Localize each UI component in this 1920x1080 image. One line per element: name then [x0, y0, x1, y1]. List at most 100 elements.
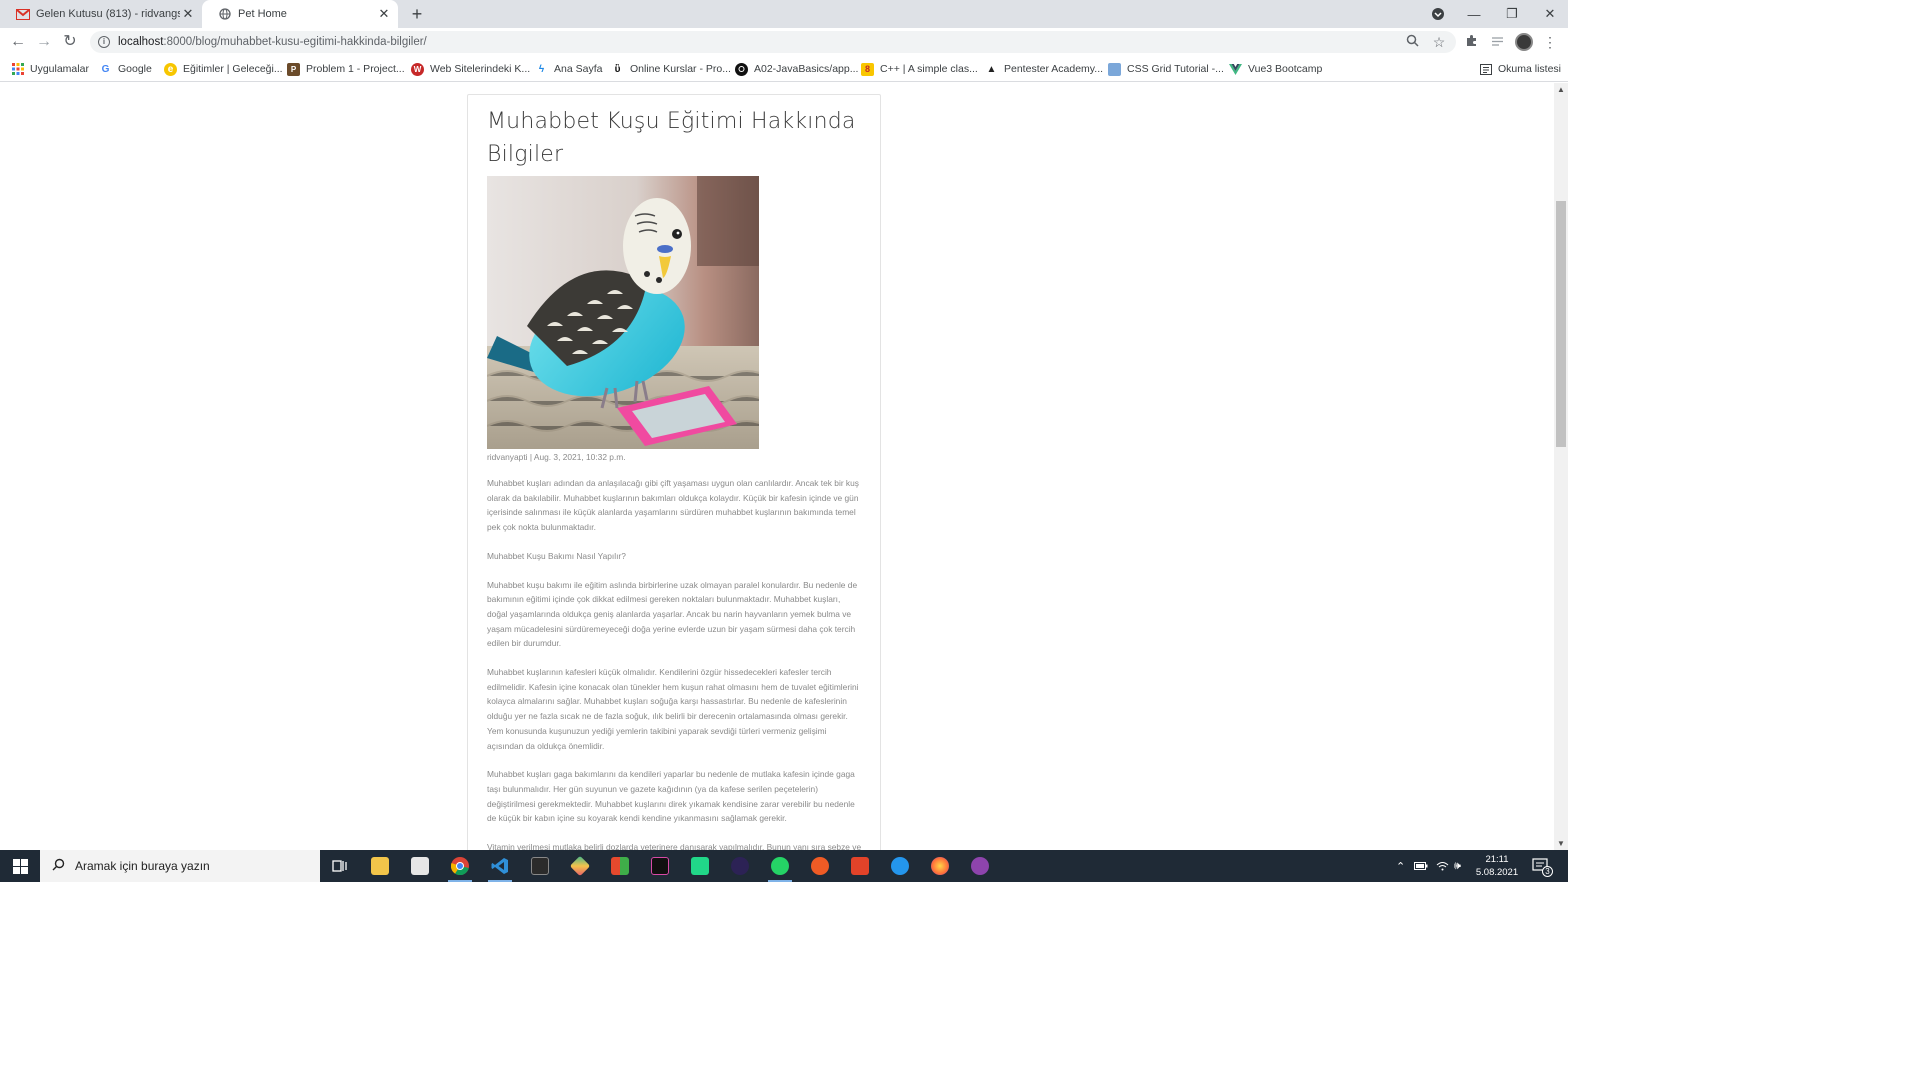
file-explorer-icon	[371, 857, 389, 875]
post-paragraph: Vitamin verilmesi mutlaka belirli dozlar…	[487, 842, 862, 850]
page-scrollbar[interactable]: ▲ ▼	[1554, 83, 1568, 850]
tab-strip: Gelen Kutusu (813) - ridvangs77 ✕ Pet Ho…	[0, 0, 1568, 28]
bookmark-css-grid[interactable]: CSS Grid Tutorial -...	[1108, 61, 1224, 77]
bookmark-icon: W	[411, 62, 424, 76]
taskbar-app-pycharm[interactable]	[686, 854, 714, 878]
taskbar-app-chrome[interactable]	[446, 854, 474, 882]
app-multicolor-icon	[611, 857, 629, 875]
bookmark-online-kurslar[interactable]: ὓ Online Kurslar - Pro...	[611, 61, 731, 77]
windows-logo-icon	[12, 858, 28, 874]
bookmark-label: Vue3 Bootcamp	[1248, 63, 1323, 75]
taskbar-app-whatsapp[interactable]	[766, 854, 794, 882]
taskbar-app-multicolor[interactable]	[606, 854, 634, 878]
page-viewport[interactable]: Muhabbet Kuşu Eğitimi Hakkında Bilgiler	[0, 83, 1554, 850]
vue-icon	[1229, 63, 1242, 76]
post-paragraph: Muhabbet kuşları gaga bakımlarını da ken…	[487, 769, 855, 824]
bookmark-icon: e	[164, 62, 177, 76]
bookmark-label: Web Sitelerindeki K...	[430, 63, 531, 75]
bookmark-egitimler[interactable]: e Eğitimler | Geleceği...	[164, 61, 283, 77]
git-kraken-icon	[569, 855, 591, 877]
bookmark-web-sitelerindeki[interactable]: W Web Sitelerindeki K...	[411, 61, 530, 77]
scrollbar-thumb[interactable]	[1556, 201, 1566, 447]
reading-list-button[interactable]: Okuma listesi	[1479, 61, 1561, 77]
git-gui-icon	[851, 857, 869, 875]
address-bar[interactable]: i localhost:8000/blog/muhabbet-kusu-egit…	[90, 31, 1456, 53]
taskbar-app-git-gui[interactable]	[846, 854, 874, 878]
reading-list-label: Okuma listesi	[1498, 63, 1562, 75]
reload-icon[interactable]: ↻	[60, 32, 80, 52]
bookmark-icon	[1108, 62, 1121, 76]
taskbar-app-vscode[interactable]	[486, 854, 514, 882]
whatsapp-icon	[771, 857, 789, 875]
scroll-up-icon[interactable]: ▲	[1557, 85, 1565, 94]
vscode-icon	[491, 858, 508, 874]
taskbar-app-terminal[interactable]	[526, 854, 554, 878]
new-tab-button[interactable]: +	[406, 3, 428, 25]
wifi-icon[interactable]	[1436, 850, 1449, 882]
bookmark-star-icon[interactable]: ☆	[1429, 32, 1449, 52]
taskbar-app-postman[interactable]	[806, 854, 834, 878]
bookmark-problem[interactable]: P Problem 1 - Project...	[287, 61, 405, 77]
tab-gmail[interactable]: Gelen Kutusu (813) - ridvangs77 ✕	[0, 0, 202, 28]
battery-icon[interactable]	[1414, 850, 1428, 882]
taskbar-app-intellij[interactable]	[646, 854, 674, 878]
back-icon[interactable]: ←	[8, 32, 28, 52]
zoom-icon[interactable]	[1402, 32, 1422, 52]
bookmark-label: Uygulamalar	[30, 63, 89, 75]
tab-title: Gelen Kutusu (813) - ridvangs77	[36, 8, 180, 20]
taskbar-app-file-explorer[interactable]	[366, 854, 394, 878]
chrome-icon	[451, 857, 469, 875]
tray-chevron-icon[interactable]: ⌃	[1396, 850, 1405, 882]
start-button[interactable]	[0, 850, 40, 882]
bookmark-apps[interactable]: Uygulamalar	[11, 61, 89, 77]
google-icon: G	[101, 63, 110, 75]
volume-icon[interactable]: 🕪	[1454, 850, 1461, 882]
post-subheading: Muhabbet Kuşu Bakımı Nasıl Yapılır?	[487, 550, 626, 561]
bookmark-label: Online Kurslar - Pro...	[630, 63, 731, 75]
reading-mode-icon[interactable]	[1487, 32, 1507, 52]
bookmark-github-java[interactable]: A02-JavaBasics/app...	[735, 61, 858, 77]
close-window-icon[interactable]: ✕	[1532, 0, 1568, 28]
notification-badge: 3	[1542, 866, 1553, 877]
clock-time: 21:11	[1485, 854, 1509, 865]
postman-icon	[811, 857, 829, 875]
tab-search-icon[interactable]	[1420, 0, 1456, 28]
bookmark-google[interactable]: G Google	[99, 61, 152, 77]
taskbar-search[interactable]: Aramak için buraya yazın	[40, 850, 320, 882]
firefox-icon	[931, 857, 949, 875]
profile-avatar[interactable]	[1515, 33, 1533, 51]
intellij-icon	[651, 857, 669, 875]
browser-toolbar: ← → ↻ i localhost:8000/blog/muhabbet-kus…	[0, 28, 1568, 56]
notification-center-icon[interactable]: 3	[1532, 850, 1553, 882]
bookmark-ana-sayfa[interactable]: ϟ Ana Sayfa	[535, 61, 603, 77]
taskbar-app-git-kraken[interactable]	[566, 854, 594, 878]
tab-pet-home[interactable]: Pet Home ✕	[202, 0, 398, 28]
taskbar-clock[interactable]: 21:11 5.08.2021	[1474, 853, 1520, 879]
taskbar-app-github-desktop[interactable]	[966, 854, 994, 878]
site-info-icon[interactable]: i	[98, 36, 110, 48]
bookmark-label: Eğitimler | Geleceği...	[183, 63, 283, 75]
bookmark-pentester[interactable]: ▲ Pentester Academy...	[985, 61, 1103, 77]
eclipse-icon	[731, 857, 749, 875]
bookmark-vue3[interactable]: Vue3 Bootcamp	[1229, 61, 1322, 77]
extensions-icon[interactable]	[1461, 32, 1481, 52]
menu-kebab-icon[interactable]: ⋮	[1540, 32, 1560, 52]
close-tab-icon[interactable]: ✕	[180, 6, 196, 22]
task-view-button[interactable]	[326, 854, 354, 878]
restore-icon[interactable]: ❐	[1494, 0, 1530, 28]
taskbar-app-docker[interactable]	[886, 854, 914, 878]
scroll-down-icon[interactable]: ▼	[1557, 839, 1565, 848]
bookmark-label: Google	[118, 63, 152, 75]
search-placeholder: Aramak için buraya yazın	[75, 859, 210, 873]
post-title: Muhabbet Kuşu Eğitimi Hakkında Bilgiler	[487, 109, 856, 167]
apps-grid-icon	[11, 63, 24, 76]
taskbar-app-eclipse[interactable]	[726, 854, 754, 878]
minimize-icon[interactable]: —	[1456, 0, 1492, 28]
blog-post-body: Muhabbet Kuşu Eğitimi Hakkında Bilgiler	[487, 105, 863, 850]
bookmark-icon: ▲	[986, 63, 997, 75]
close-tab-icon[interactable]: ✕	[376, 6, 392, 22]
bookmark-cpp[interactable]: 8 C++ | A simple clas...	[861, 61, 978, 77]
forward-icon[interactable]: →	[34, 32, 54, 52]
taskbar-app-store[interactable]	[406, 854, 434, 878]
taskbar-app-firefox[interactable]	[926, 854, 954, 878]
